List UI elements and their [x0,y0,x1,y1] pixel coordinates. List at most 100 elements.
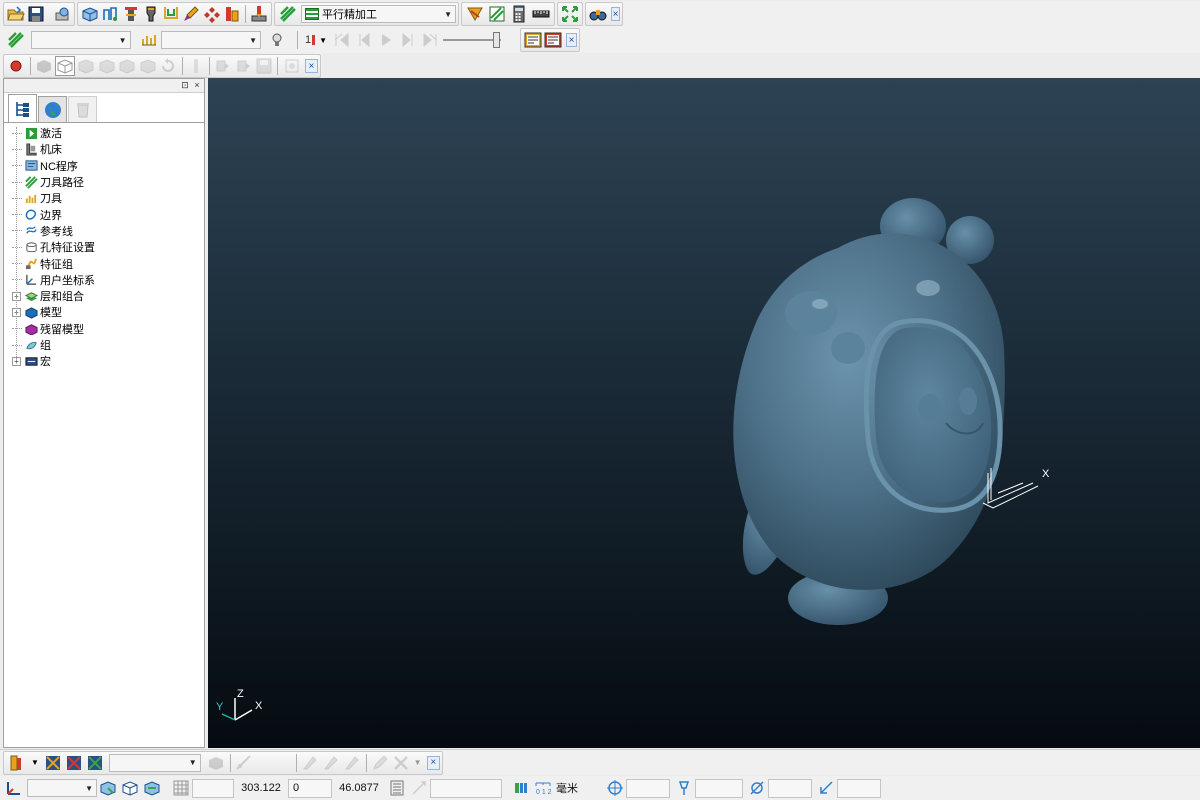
workplane-select[interactable]: ▼ [27,779,97,797]
snap-field[interactable] [192,778,234,798]
diameter-field[interactable] [768,778,812,798]
feeds-speeds-icon[interactable] [487,4,507,24]
workplane-icon[interactable] [4,778,24,798]
tree-item[interactable]: 用户坐标系 [4,272,204,288]
figure-model[interactable] [733,198,1005,625]
boundary-icon[interactable] [162,4,180,24]
ruler-icon[interactable] [531,4,551,24]
edit-3-icon[interactable] [343,753,362,773]
cursor-tool-icon[interactable] [186,56,205,76]
tree-item[interactable]: 组 [4,337,204,353]
iso-view-4-icon[interactable] [139,56,158,76]
lightbulb-icon[interactable] [267,30,287,50]
model-toggle-icon[interactable] [86,753,105,773]
close-panel-button[interactable]: × [192,80,202,91]
z-coordinate-field[interactable]: 46.0877 [335,779,383,798]
toolpath-view-icon[interactable] [524,30,542,50]
workplane-box-icon[interactable] [120,778,140,798]
chevron-down-icon[interactable]: ▼ [31,758,39,767]
tree-item[interactable]: + 层和组合 [4,288,204,304]
y-coordinate-field[interactable]: 0 [288,778,332,798]
resize-view-icon[interactable] [561,4,579,24]
drill-icon[interactable] [182,4,200,24]
open-folder-icon[interactable] [7,4,25,24]
pattern-points-icon[interactable] [202,4,220,24]
list-icon[interactable] [387,778,407,798]
record-icon[interactable] [7,56,26,76]
x-coordinate-field[interactable]: 303.122 [237,779,285,798]
transform-1-icon[interactable] [214,56,233,76]
tab-globe[interactable] [38,96,67,122]
calculator-icon[interactable] [509,4,529,24]
tree-item[interactable]: 孔特征设置 [4,239,204,255]
strategy-select[interactable]: 平行精加工 ▼ [301,5,456,23]
block-icon[interactable] [81,4,99,24]
close-toolbar-button[interactable]: × [566,33,577,47]
iso-view-3-icon[interactable] [118,56,137,76]
close-toolbar-button[interactable]: × [611,7,620,21]
play-icon[interactable] [376,30,396,50]
tree-item[interactable]: + 宏 [4,353,204,369]
tool-axis-icon[interactable] [674,778,694,798]
crosshair-icon[interactable] [605,778,625,798]
shaded-view-icon[interactable] [34,56,53,76]
tree-item[interactable]: + 模型 [4,304,204,320]
stock-icon[interactable] [223,4,241,24]
tree-item[interactable]: 激活 [4,125,204,141]
tolerance-field[interactable] [430,778,502,798]
tree-item[interactable]: 刀具 [4,190,204,206]
tool-length-field[interactable] [695,778,743,798]
tab-explorer-tree[interactable] [8,94,37,122]
binoculars-icon[interactable] [589,4,607,24]
model-deselect-icon[interactable] [65,753,84,773]
display-options-icon[interactable] [282,56,301,76]
active-toolpath-select[interactable]: ▼ [30,31,131,49]
save-icon[interactable] [27,4,45,24]
fast-forward-end-icon[interactable] [420,30,440,50]
tree-item[interactable]: 边界 [4,206,204,222]
tree-item[interactable]: 特征组 [4,255,204,271]
delete-icon[interactable] [392,753,411,773]
machine-tool-icon[interactable] [250,4,268,24]
chevron-down-icon[interactable]: ▼ [414,758,422,767]
diameter-icon[interactable] [747,778,767,798]
stock-model-icon[interactable] [7,753,26,773]
units-icon[interactable]: 0 1 2 [533,778,553,798]
direction-icon[interactable] [816,778,836,798]
units-field[interactable]: 毫米 [554,779,598,798]
close-toolbar-button[interactable]: × [304,59,318,73]
iso-view-1-icon[interactable] [77,56,96,76]
step-forward-icon[interactable] [398,30,418,50]
shading-icon[interactable] [207,753,226,773]
graphics-viewport[interactable]: X Z X Y [208,78,1200,748]
slider-thumb[interactable] [493,32,500,48]
step-count-icon[interactable]: 1 ▼ [302,30,330,50]
workplane-align-icon[interactable] [142,778,162,798]
workplane-create-icon[interactable] [98,778,118,798]
playback-speed-slider[interactable] [443,31,503,49]
move-cursor-icon[interactable] [409,778,429,798]
print-preview-icon[interactable] [53,4,71,24]
tree-item[interactable]: 参考线 [4,223,204,239]
angle-field[interactable] [837,778,881,798]
tab-recycle[interactable] [68,96,97,122]
tool-definition-icon[interactable] [121,4,139,24]
wireframe-view-icon[interactable] [54,56,75,76]
selection-filter-select[interactable]: ▼ [108,753,201,772]
tree-item[interactable]: 机床 [4,141,204,157]
tree-item[interactable]: 刀具路径 [4,174,204,190]
machine-view-icon[interactable] [544,30,562,50]
float-panel-button[interactable]: ⊡ [180,80,190,91]
model-toggle-status-icon[interactable] [511,778,531,798]
active-tool-select[interactable]: ▼ [161,31,262,49]
step-back-icon[interactable] [354,30,374,50]
measure-icon[interactable] [235,753,254,773]
iso-view-2-icon[interactable] [97,56,116,76]
rotate-view-icon[interactable] [159,56,178,76]
feature-set-icon[interactable] [101,4,119,24]
toolpath-strategy-icon[interactable] [278,4,298,24]
tree-item[interactable]: 残留模型 [4,321,204,337]
tree-item[interactable]: NC程序 [4,158,204,174]
pencil-icon[interactable] [371,753,390,773]
model-select-icon[interactable] [44,753,63,773]
